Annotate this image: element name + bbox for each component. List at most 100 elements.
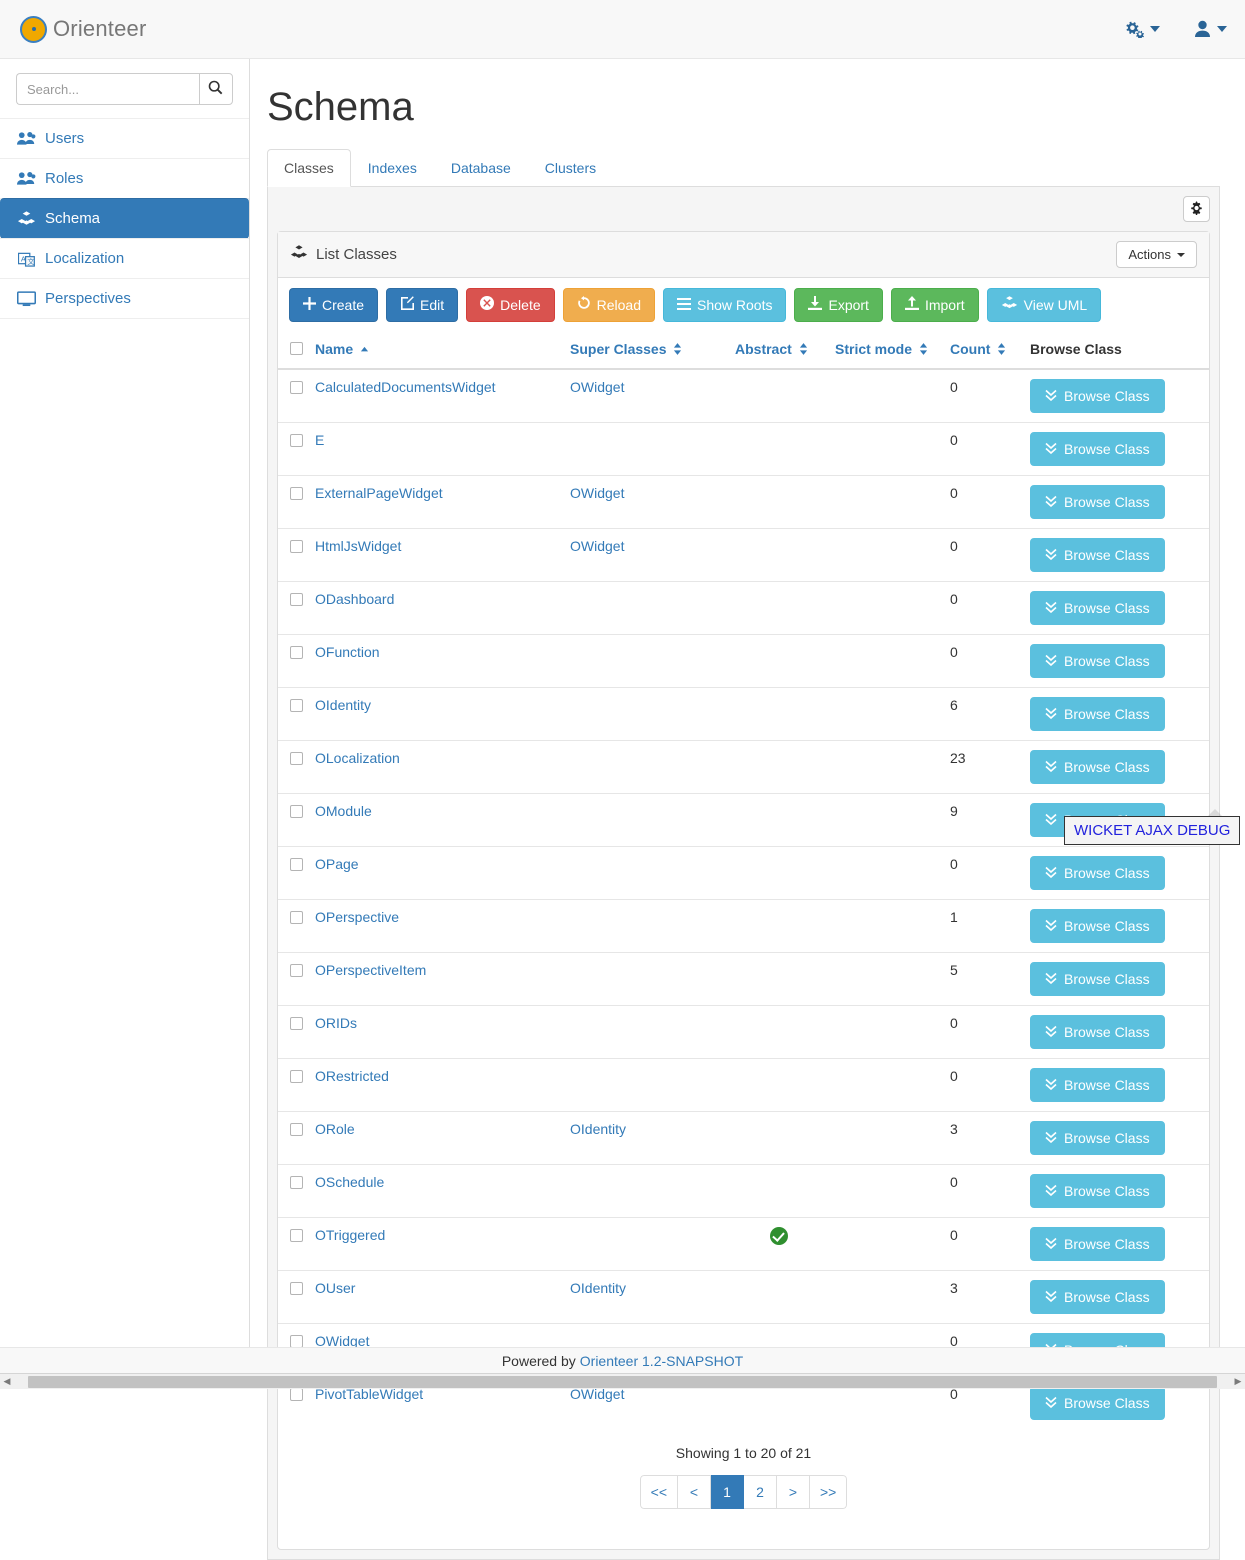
row-checkbox[interactable]	[290, 858, 303, 872]
row-checkbox[interactable]	[290, 1229, 303, 1243]
show-roots-button[interactable]: Show Roots	[663, 288, 787, 323]
user-menu[interactable]	[1194, 20, 1227, 38]
browse-class-button[interactable]: Browse Class	[1030, 1121, 1165, 1156]
page-button[interactable]: >>	[810, 1475, 848, 1510]
class-name-link[interactable]: OModule	[315, 803, 372, 819]
class-name-link[interactable]: ODashboard	[315, 591, 394, 607]
row-checkbox[interactable]	[290, 1017, 303, 1031]
sidebar-item-users[interactable]: Users	[0, 118, 249, 159]
class-name-link[interactable]: OSchedule	[315, 1174, 384, 1190]
row-checkbox[interactable]	[290, 752, 303, 766]
column-header-abstract[interactable]: Abstract	[729, 332, 829, 371]
class-name-link[interactable]: OPage	[315, 856, 359, 872]
super-class-link[interactable]: OWidget	[570, 538, 624, 554]
super-class-link[interactable]: OIdentity	[570, 1121, 626, 1137]
reload-button[interactable]: Reload	[562, 288, 655, 323]
tab-indexes[interactable]: Indexes	[351, 149, 434, 187]
class-name-link[interactable]: OPerspective	[315, 909, 399, 925]
page-button[interactable]: <	[678, 1475, 711, 1510]
footer-link[interactable]: Orienteer 1.2-SNAPSHOT	[580, 1353, 743, 1369]
row-checkbox[interactable]	[290, 434, 303, 448]
page-button[interactable]: 1	[711, 1475, 744, 1510]
tab-database[interactable]: Database	[434, 149, 528, 187]
brand[interactable]: Orienteer	[20, 15, 147, 43]
class-name-link[interactable]: E	[315, 432, 324, 448]
browse-class-button[interactable]: Browse Class	[1030, 962, 1165, 997]
actions-dropdown[interactable]: Actions	[1116, 241, 1197, 268]
super-class-link[interactable]: OIdentity	[570, 1280, 626, 1296]
page-button[interactable]: 2	[744, 1475, 777, 1510]
row-checkbox[interactable]	[290, 540, 303, 554]
browse-class-button[interactable]: Browse Class	[1030, 432, 1165, 467]
class-name-link[interactable]: ORole	[315, 1121, 355, 1137]
row-checkbox[interactable]	[290, 1176, 303, 1190]
class-name-link[interactable]: OPerspectiveItem	[315, 962, 426, 978]
row-checkbox[interactable]	[290, 805, 303, 819]
sidebar-item-schema[interactable]: Schema	[0, 198, 249, 239]
browse-class-button[interactable]: Browse Class	[1030, 591, 1165, 626]
class-name-link[interactable]: CalculatedDocumentsWidget	[315, 379, 496, 395]
select-all-checkbox[interactable]	[290, 342, 303, 356]
class-name-link[interactable]: ExternalPageWidget	[315, 485, 443, 501]
column-header-count[interactable]: Count	[944, 332, 1024, 371]
class-name-link[interactable]: ORIDs	[315, 1015, 357, 1031]
horizontal-scrollbar[interactable]: ◀ ▶	[0, 1373, 1245, 1389]
edit-button[interactable]: Edit	[386, 288, 459, 323]
row-checkbox[interactable]	[290, 699, 303, 713]
class-name-link[interactable]: OUser	[315, 1280, 355, 1296]
export-button[interactable]: Export	[794, 288, 883, 323]
class-name-link[interactable]: ORestricted	[315, 1068, 389, 1084]
browse-class-button[interactable]: Browse Class	[1030, 1015, 1165, 1050]
scroll-right-arrow[interactable]: ▶	[1231, 1376, 1245, 1387]
scrollbar-thumb[interactable]	[28, 1375, 1217, 1388]
settings-gear-button[interactable]	[1183, 196, 1210, 222]
row-checkbox[interactable]	[290, 1388, 303, 1402]
browse-class-button[interactable]: Browse Class	[1030, 1280, 1165, 1315]
tab-clusters[interactable]: Clusters	[528, 149, 613, 187]
sidebar-item-perspectives[interactable]: Perspectives	[0, 278, 249, 319]
search-input[interactable]	[16, 73, 199, 105]
browse-class-button[interactable]: Browse Class	[1030, 750, 1165, 785]
sidebar-item-roles[interactable]: Roles	[0, 158, 249, 199]
row-checkbox[interactable]	[290, 964, 303, 978]
class-name-link[interactable]: OIdentity	[315, 697, 371, 713]
row-checkbox[interactable]	[290, 381, 303, 395]
column-header-super-classes[interactable]: Super Classes	[564, 332, 729, 371]
scroll-left-arrow[interactable]: ◀	[0, 1376, 14, 1387]
browse-class-button[interactable]: Browse Class	[1030, 379, 1165, 414]
row-checkbox[interactable]	[290, 646, 303, 660]
class-name-link[interactable]: OLocalization	[315, 750, 400, 766]
browse-class-button[interactable]: Browse Class	[1030, 1174, 1165, 1209]
create-button[interactable]: Create	[289, 288, 379, 323]
column-header-strict-mode[interactable]: Strict mode	[829, 332, 944, 371]
browse-class-button[interactable]: Browse Class	[1030, 1386, 1165, 1421]
row-checkbox[interactable]	[290, 1282, 303, 1296]
sidebar-item-localization[interactable]: A 文 Localization	[0, 238, 249, 279]
browse-class-button[interactable]: Browse Class	[1030, 538, 1165, 573]
search-button[interactable]	[198, 73, 233, 105]
browse-class-button[interactable]: Browse Class	[1030, 856, 1165, 891]
class-name-link[interactable]: OFunction	[315, 644, 380, 660]
browse-class-button[interactable]: Browse Class	[1030, 485, 1165, 520]
column-header-name[interactable]: Name	[309, 332, 564, 371]
super-class-link[interactable]: OWidget	[570, 485, 624, 501]
browse-class-button[interactable]: Browse Class	[1030, 644, 1165, 679]
class-name-link[interactable]: OTriggered	[315, 1227, 385, 1243]
page-button[interactable]: >	[777, 1475, 810, 1510]
row-checkbox[interactable]	[290, 593, 303, 607]
tab-classes[interactable]: Classes	[267, 149, 351, 187]
row-checkbox[interactable]	[290, 1070, 303, 1084]
super-class-link[interactable]: OWidget	[570, 379, 624, 395]
browse-class-button[interactable]: Browse Class	[1030, 1068, 1165, 1103]
browse-class-button[interactable]: Browse Class	[1030, 1227, 1165, 1262]
settings-menu[interactable]	[1124, 20, 1160, 38]
row-checkbox[interactable]	[290, 487, 303, 501]
class-name-link[interactable]: HtmlJsWidget	[315, 538, 401, 554]
delete-button[interactable]: Delete	[466, 288, 555, 323]
browse-class-button[interactable]: Browse Class	[1030, 909, 1165, 944]
browse-class-button[interactable]: Browse Class	[1030, 697, 1165, 732]
wicket-ajax-debug-link[interactable]: WICKET AJAX DEBUG	[1064, 816, 1241, 845]
row-checkbox[interactable]	[290, 1123, 303, 1137]
view-uml-button[interactable]: View UML	[986, 288, 1102, 323]
import-button[interactable]: Import	[890, 288, 979, 323]
